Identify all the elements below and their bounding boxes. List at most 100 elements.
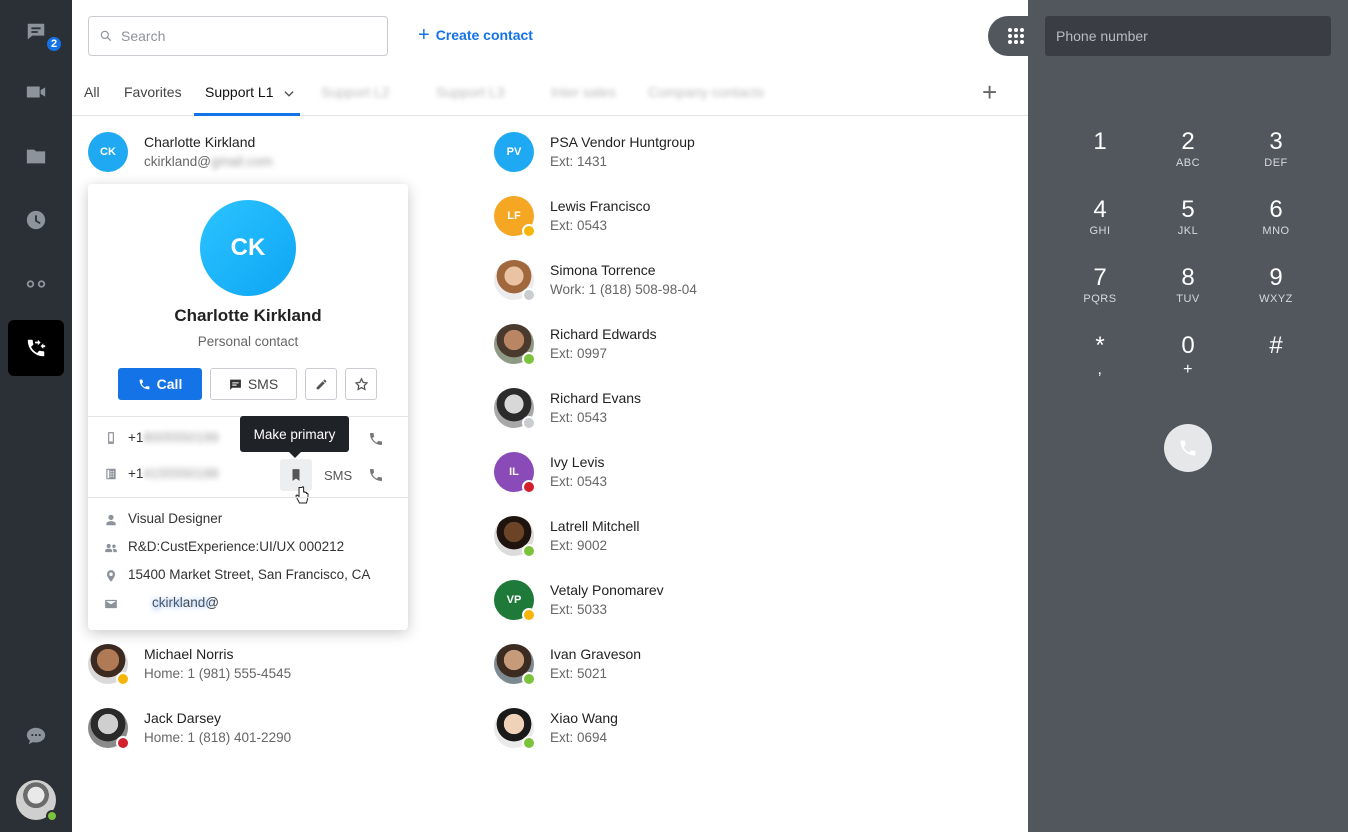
contact-row[interactable]: Michael Norris Home: 1 (981) 555-4545: [88, 644, 448, 692]
status-away-indicator: [116, 672, 130, 686]
dial-key[interactable]: 8 TUV: [1148, 263, 1228, 319]
dial-key-digit: 1: [1093, 128, 1107, 155]
dial-key-digit: 2: [1181, 128, 1195, 155]
contact-name: Simona Torrence: [550, 262, 656, 278]
contact-row[interactable]: VP Vetaly Ponomarev Ext: 5033: [494, 580, 854, 628]
presence-status-indicator: [522, 736, 536, 750]
contact-row[interactable]: Simona Torrence Work: 1 (818) 508-98-04: [494, 260, 854, 308]
create-contact-button[interactable]: + Create contact: [418, 24, 533, 46]
dial-key[interactable]: 2 ABC: [1148, 127, 1228, 183]
plus-icon: +: [418, 24, 430, 46]
phone-icon: [139, 379, 150, 389]
desk-phone-icon: [106, 468, 116, 480]
contact-name: Lewis Francisco: [550, 198, 651, 214]
search-box[interactable]: [88, 16, 388, 56]
search-input[interactable]: [121, 28, 361, 44]
dial-key[interactable]: 9 WXYZ: [1236, 263, 1316, 319]
contact-row[interactable]: Richard Edwards Ext: 0997: [494, 324, 854, 372]
contact-detail: ckirkland@gmail.com: [144, 154, 273, 169]
call-button[interactable]: Call: [118, 368, 202, 400]
contact-row[interactable]: Richard Evans Ext: 0543: [494, 388, 854, 436]
pencil-icon: [316, 379, 326, 389]
tab-inter-sales[interactable]: Inter sales: [551, 84, 616, 100]
rail-chat-button[interactable]: [8, 708, 64, 764]
chevron-down-icon[interactable]: [282, 87, 296, 101]
tab-all[interactable]: All: [84, 84, 100, 100]
contact-row[interactable]: Ivan Graveson Ext: 5021: [494, 644, 854, 692]
dial-key-letters: GHI: [1089, 225, 1111, 237]
dial-key[interactable]: 7 PQRS: [1060, 263, 1140, 319]
contact-name: Charlotte Kirkland: [144, 134, 256, 150]
contact-avatar: PV: [494, 132, 534, 172]
dial-key-digit: #: [1269, 332, 1283, 359]
tab-favorites[interactable]: Favorites: [124, 84, 182, 100]
dial-key[interactable]: 3 DEF: [1236, 127, 1316, 183]
contact-row[interactable]: CK Charlotte Kirkland ckirkland@gmail.co…: [88, 132, 448, 180]
tab-support-l2[interactable]: Support L2: [321, 84, 390, 100]
keypad-toggle-button[interactable]: [988, 16, 1044, 56]
phone-number-input[interactable]: [1045, 16, 1331, 56]
dial-key-digit: *: [1095, 332, 1105, 359]
presence-status-indicator: [522, 352, 536, 366]
keypad-grid-icon: [1008, 28, 1024, 44]
contact-card-name: Charlotte Kirkland: [174, 306, 322, 325]
contact-card-type: Personal contact: [197, 334, 299, 349]
department: R&D:CustExperience:UI/UX 000212: [128, 539, 345, 554]
dial-key-digit: 0: [1181, 332, 1195, 359]
make-primary-tooltip: Make primary: [240, 416, 349, 458]
folder-icon: [26, 149, 46, 164]
rail-video-button[interactable]: [8, 64, 64, 120]
address: 15400 Market Street, San Francisco, CA: [128, 567, 371, 582]
dial-call-button[interactable]: [1164, 424, 1212, 472]
divider: [88, 497, 408, 498]
sms-button[interactable]: SMS: [210, 368, 297, 400]
dial-key[interactable]: 5 JKL: [1148, 195, 1228, 251]
contact-row[interactable]: Jack Darsey Home: 1 (818) 401-2290: [88, 708, 448, 756]
dial-key-digit: 6: [1269, 196, 1283, 223]
call-phone-icon[interactable]: [368, 431, 384, 447]
dial-key-digit: 4: [1093, 196, 1107, 223]
dial-key[interactable]: 4 GHI: [1060, 195, 1140, 251]
tab-company-contacts[interactable]: Company contacts: [648, 84, 764, 100]
contact-detail: Ext: 1431: [550, 154, 608, 169]
contact-name: Richard Edwards: [550, 326, 657, 342]
team-icon: [105, 543, 117, 553]
contact-detail: Ext: 0694: [550, 730, 608, 745]
rail-messages-button[interactable]: 2: [8, 4, 64, 60]
dial-key[interactable]: 0 +: [1148, 331, 1228, 387]
rail-history-button[interactable]: [8, 192, 64, 248]
contact-row[interactable]: LF Lewis Francisco Ext: 0543: [494, 196, 854, 244]
contact-row[interactable]: IL Ivy Levis Ext: 0543: [494, 452, 854, 500]
rail-voicemail-button[interactable]: [8, 256, 64, 312]
dial-key[interactable]: *,: [1060, 331, 1140, 387]
contact-name: Vetaly Ponomarev: [550, 582, 664, 598]
rail-calls-button[interactable]: [8, 320, 64, 376]
dial-key[interactable]: 1: [1060, 127, 1140, 183]
tab-support-l1[interactable]: Support L1: [205, 84, 274, 100]
dial-key[interactable]: #: [1236, 331, 1316, 387]
contact-avatar: CK: [88, 132, 128, 172]
dial-key-letters: +: [1183, 361, 1193, 378]
phone-number: +18005550199: [128, 430, 219, 445]
dial-key-letters: WXYZ: [1259, 293, 1293, 305]
rail-files-button[interactable]: [8, 128, 64, 184]
contact-row[interactable]: Xiao Wang Ext: 0694: [494, 708, 854, 756]
call-phone-icon[interactable]: [368, 467, 384, 483]
left-rail: 2: [0, 0, 72, 832]
favorite-button[interactable]: [345, 368, 377, 400]
contact-detail: Home: 1 (981) 555-4545: [144, 666, 292, 681]
dial-key[interactable]: 6 MNO: [1236, 195, 1316, 251]
edit-contact-button[interactable]: [305, 368, 337, 400]
tab-support-l3[interactable]: Support L3: [436, 84, 505, 100]
status-dnd-indicator: [116, 736, 130, 750]
call-label: Call: [156, 376, 183, 392]
sms-phone-link[interactable]: SMS: [324, 468, 352, 483]
department-row: R&D:CustExperience:UI/UX 000212: [104, 539, 404, 559]
messages-icon: [26, 727, 46, 745]
add-group-button[interactable]: +: [982, 79, 997, 105]
address-row: 15400 Market Street, San Francisco, CA: [104, 567, 404, 587]
contact-row[interactable]: Latrell Mitchell Ext: 9002: [494, 516, 854, 564]
presence-status-indicator: [522, 672, 536, 686]
contact-detail: Ext: 0543: [550, 410, 608, 425]
contact-row[interactable]: PV PSA Vendor Huntgroup Ext: 1431: [494, 132, 854, 180]
